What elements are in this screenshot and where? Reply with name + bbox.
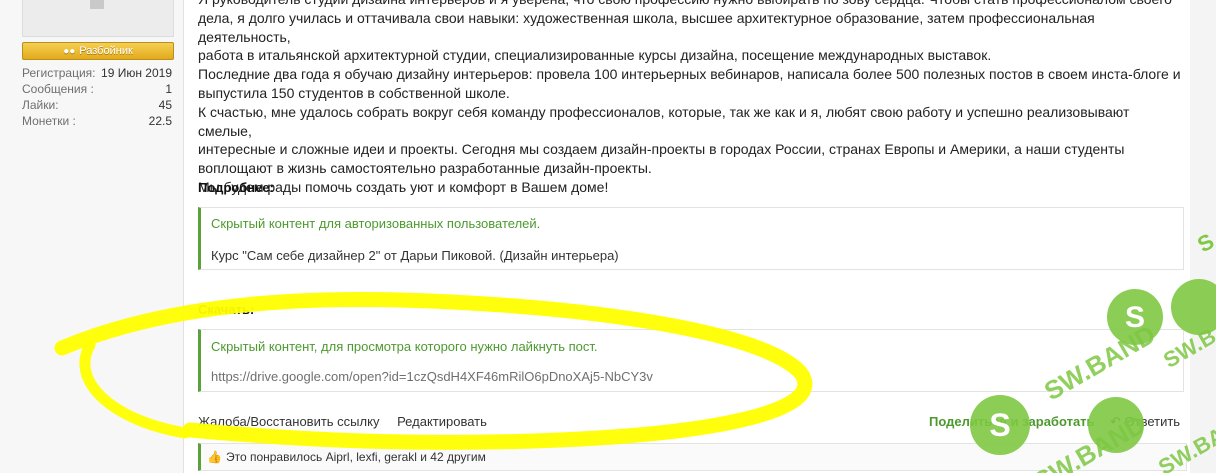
download-heading: Скачать:	[198, 302, 255, 317]
stat-label: Регистрация:	[22, 66, 96, 80]
edit-link[interactable]: Редактировать	[397, 414, 487, 429]
avatar[interactable]	[22, 0, 174, 37]
stat-label: Лайки:	[22, 98, 59, 112]
user-rank-badge: ●● Разбойник	[22, 42, 174, 60]
thumbs-up-icon: 👍	[207, 450, 222, 464]
post-line: выпустила 150 студентов в собственной шк…	[198, 84, 510, 101]
stat-value: 19 Июн 2019	[101, 66, 172, 80]
hidden-auth-notice: Скрытый контент для авторизованных польз…	[211, 216, 541, 231]
likes-text[interactable]: Это понравилось Aiprl, lexfi, gerakl и 4…	[226, 450, 486, 464]
stat-value: 22.5	[148, 114, 172, 128]
hidden-content-box-details: Скрытый контент для авторизованных польз…	[198, 207, 1184, 270]
reply-label: Ответить	[1124, 414, 1181, 429]
group-icon: ●●	[63, 46, 76, 57]
right-margin	[1190, 0, 1216, 473]
reply-icon: ↶	[1110, 414, 1125, 429]
stat-row: Регистрация: 19 Июн 2019	[22, 65, 172, 81]
stat-label: Сообщения :	[22, 82, 94, 96]
post-line: К счастью, мне удалось собрать вокруг се…	[198, 103, 1130, 139]
rank-label: Разбойник	[79, 45, 133, 57]
stat-value: 1	[165, 82, 172, 96]
reply-button[interactable]: ↶ Ответить	[1110, 414, 1180, 430]
stat-label: Монетки :	[22, 114, 76, 128]
hidden-content-box-download: Скрытый контент, для просмотра которого …	[198, 329, 1184, 392]
download-link[interactable]: https://drive.google.com/open?id=1czQsdH…	[211, 369, 653, 384]
user-info-panel: ●● Разбойник Регистрация: 19 Июн 2019 Сооб…	[0, 0, 183, 473]
user-stats: Регистрация: 19 Июн 2019 Сообщения : 1 Лай…	[22, 65, 172, 129]
post-text: Я руководитель студии дизайна интерьеров…	[198, 0, 1183, 197]
details-heading: Подробнее:	[198, 180, 274, 195]
post-actions: Жалоба/Восстановить ссылку Редактировать	[198, 414, 501, 429]
share-button[interactable]: Поделиться и заработать	[929, 414, 1095, 429]
post-line: Мы будем рады помочь создать уют и комфо…	[198, 178, 609, 195]
stat-row: Монетки : 22.5	[22, 113, 172, 129]
post-line: работа в итальянской архитектурной студи…	[198, 47, 992, 64]
stat-row: Лайки: 45	[22, 97, 172, 113]
stat-value: 45	[158, 98, 172, 112]
post-body: Я руководитель студии дизайна интерьеров…	[183, 0, 1191, 473]
likes-bar: 👍 Это понравилось Aiprl, lexfi, gerakl и …	[198, 443, 1187, 471]
post-line: интересные и сложные идеи и проекты. Сег…	[198, 141, 1125, 158]
hidden-like-notice: Скрытый контент, для просмотра которого …	[211, 339, 598, 354]
stat-row: Сообщения : 1	[22, 81, 172, 97]
course-title: Курс "Сам себе дизайнер 2" от Дарьи Пико…	[211, 248, 619, 263]
post-line: Я руководитель студии дизайна интерьеров…	[198, 0, 1183, 9]
post-line: Последние два года я обучаю дизайну инте…	[198, 66, 1181, 83]
post-line: воплощают в жизнь самостоятельно разрабо…	[198, 160, 652, 177]
post-line: дела, я долго училась и оттачивала свои …	[198, 9, 1095, 45]
report-link[interactable]: Жалоба/Восстановить ссылку	[198, 414, 379, 429]
